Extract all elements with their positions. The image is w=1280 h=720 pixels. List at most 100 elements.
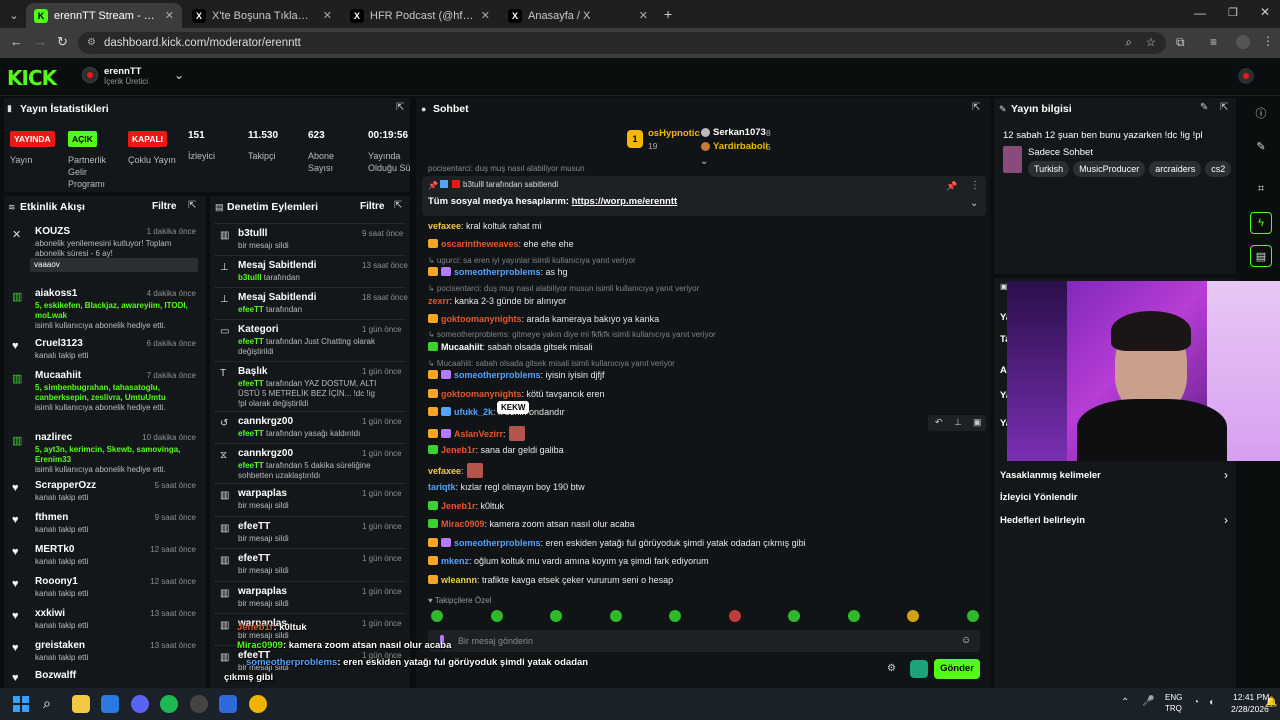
chat-username[interactable]: oscarintheweaves bbox=[441, 239, 519, 249]
activity-username[interactable]: xxkiwi bbox=[35, 608, 65, 619]
expand-pinned-icon[interactable]: ⌄ bbox=[970, 198, 978, 209]
chat-username[interactable]: ufukk_2k bbox=[454, 407, 493, 417]
activity-username[interactable]: Cruel3123 bbox=[35, 338, 83, 349]
chat-username[interactable]: wleannn bbox=[441, 575, 477, 585]
reply-icon[interactable]: ↶ bbox=[935, 417, 943, 428]
tab-1[interactable]: KerennTT Stream - Kick Dashbo ✕ bbox=[26, 3, 182, 28]
mod-actor[interactable]: efeeTT bbox=[238, 337, 264, 346]
quick-emote-icon[interactable] bbox=[966, 610, 979, 622]
chat-username[interactable]: zexrr bbox=[428, 296, 450, 306]
quick-emote-icon[interactable] bbox=[431, 610, 443, 622]
profile-avatar[interactable] bbox=[1236, 35, 1250, 49]
tray-chevron-icon[interactable]: ⌃ bbox=[1121, 697, 1129, 708]
menu-icon[interactable]: ⋮ bbox=[1262, 34, 1274, 48]
mod-actor[interactable]: b3tulll bbox=[238, 273, 262, 282]
chat-username[interactable]: Mirac0909 bbox=[441, 519, 485, 529]
chat-username[interactable]: mkenz bbox=[441, 556, 469, 566]
emoji-icon[interactable]: ☺ bbox=[961, 635, 971, 646]
top-gifter-1-name[interactable]: osHypnotic bbox=[648, 128, 700, 139]
search-icon[interactable]: ⌕ bbox=[43, 695, 51, 712]
bookmark-star-icon[interactable]: ☆ bbox=[1146, 32, 1156, 54]
crop-icon[interactable]: ⌗ bbox=[1250, 178, 1272, 200]
close-tab-icon[interactable]: ✕ bbox=[639, 9, 648, 22]
tag-item[interactable]: Turkish bbox=[1028, 161, 1070, 177]
quick-emote-icon[interactable] bbox=[609, 610, 622, 622]
clock-date[interactable]: 2/28/2026 bbox=[1231, 704, 1269, 714]
tab-4[interactable]: X Anasayfa / X ✕ bbox=[500, 3, 656, 28]
send-button[interactable]: Gönder bbox=[934, 659, 980, 679]
tag-item[interactable]: MusicProducer bbox=[1073, 161, 1146, 177]
tab-3[interactable]: X HFR Podcast (@hfrpodcast) / X ✕ bbox=[342, 3, 498, 28]
activity-filter-button[interactable]: Filtre bbox=[152, 201, 176, 212]
channel-switch-chevron-icon[interactable]: ⌄ bbox=[174, 68, 184, 82]
app-icon[interactable] bbox=[219, 695, 237, 713]
quick-emote-icon[interactable] bbox=[907, 610, 919, 622]
activity-username[interactable]: ScrapperOzz bbox=[35, 480, 96, 491]
activity-username[interactable]: greistaken bbox=[35, 640, 85, 651]
address-bar[interactable]: ⚙ dashboard.kick.com/moderator/erenntt ⌕… bbox=[78, 32, 1166, 54]
clock-time[interactable]: 12:41 PM bbox=[1233, 692, 1269, 702]
chevron-right-icon[interactable]: › bbox=[1224, 513, 1228, 527]
tag-item[interactable]: arcraiders bbox=[1149, 161, 1202, 177]
popout-icon[interactable]: ⇱ bbox=[394, 200, 402, 211]
kick-logo[interactable]: KICK bbox=[7, 66, 57, 90]
mod-actor[interactable]: efeeTT bbox=[238, 305, 264, 314]
chat-username[interactable]: Mucaahiit bbox=[441, 342, 483, 352]
info-icon[interactable]: ⓘ bbox=[1250, 102, 1272, 124]
minimize-button[interactable]: — bbox=[1194, 6, 1206, 20]
quick-emote-icon[interactable] bbox=[728, 610, 741, 622]
popout-icon[interactable]: ⇱ bbox=[1220, 102, 1228, 113]
store-icon[interactable] bbox=[101, 695, 119, 713]
lang-secondary[interactable]: TRQ bbox=[1165, 704, 1182, 713]
settings-gear-icon[interactable]: ⚙ bbox=[887, 663, 896, 674]
quick-emote-icon[interactable] bbox=[788, 610, 800, 622]
close-tab-icon[interactable]: ✕ bbox=[481, 9, 490, 22]
activity-username[interactable]: Mucaahiit bbox=[35, 370, 81, 381]
file-explorer-icon[interactable] bbox=[72, 695, 90, 713]
chevron-right-icon[interactable]: › bbox=[1224, 468, 1228, 482]
back-icon[interactable]: ← bbox=[10, 34, 23, 49]
tab-list-button[interactable]: ⌄ bbox=[4, 3, 24, 28]
spotify-icon[interactable] bbox=[160, 695, 178, 713]
mod-actor[interactable]: efeeTT bbox=[238, 461, 264, 470]
obs-icon[interactable] bbox=[190, 695, 208, 713]
mod-filter-button[interactable]: Filtre bbox=[360, 201, 384, 212]
mod-actor[interactable]: efeeTT bbox=[238, 379, 264, 388]
chat-username[interactable]: tariqtk bbox=[428, 482, 456, 492]
pinned-link[interactable]: https://worp.me/erenntt bbox=[572, 196, 678, 207]
top-gifter-3-name[interactable]: Yardirbaboli bbox=[713, 141, 768, 152]
tab-2[interactable]: X X'te Boşuna Tıklama: "İran'ın ba ✕ bbox=[184, 3, 340, 28]
chat-username[interactable]: someotherproblems bbox=[454, 538, 541, 548]
mod-actor[interactable]: efeeTT bbox=[238, 429, 264, 438]
media-icon[interactable]: ≡ bbox=[1210, 35, 1217, 49]
clipboard-icon[interactable]: ▤ bbox=[1250, 245, 1272, 267]
chat-input[interactable]: Bir mesaj gönderin ☺ bbox=[428, 630, 980, 652]
windows-start-icon[interactable] bbox=[13, 696, 29, 712]
lang-primary[interactable]: ENG bbox=[1165, 693, 1182, 702]
chat-username[interactable]: vefaxee bbox=[428, 466, 461, 476]
quick-emote-icon[interactable] bbox=[847, 610, 860, 622]
unpin-icon[interactable]: 📌 bbox=[946, 181, 957, 192]
site-info-icon[interactable]: ⚙ bbox=[87, 32, 96, 54]
chrome-icon[interactable] bbox=[249, 695, 267, 713]
info-link[interactable]: Hedefleri belirleyin bbox=[1000, 515, 1085, 526]
info-link[interactable]: İzleyici Yönlendir bbox=[1000, 492, 1077, 503]
activity-username[interactable]: fthmen bbox=[35, 512, 68, 523]
chat-username[interactable]: someotherproblems bbox=[454, 267, 541, 277]
activity-username[interactable]: aiakoss1 bbox=[35, 288, 77, 299]
activity-username[interactable]: Bozwalff bbox=[35, 670, 76, 681]
user-avatar[interactable] bbox=[1238, 68, 1254, 84]
chat-username[interactable]: Jeneb1r bbox=[441, 445, 476, 455]
popout-icon[interactable]: ⇱ bbox=[396, 102, 404, 113]
delete-icon[interactable]: ▣ bbox=[973, 417, 982, 428]
new-tab-button[interactable]: + bbox=[664, 6, 672, 22]
maximize-button[interactable]: ❐ bbox=[1228, 6, 1238, 19]
zoom-icon[interactable]: ⌕ bbox=[1126, 32, 1132, 54]
tag-item[interactable]: cs2 bbox=[1205, 161, 1232, 177]
kicks-icon[interactable] bbox=[910, 660, 928, 678]
quick-emote-icon[interactable] bbox=[490, 610, 503, 622]
info-link[interactable]: Yasaklanmış kelimeler bbox=[1000, 470, 1101, 481]
activity-username[interactable]: nazlirec bbox=[35, 432, 72, 443]
chat-username[interactable]: goktoomanynights bbox=[441, 314, 522, 324]
expand-gifters-icon[interactable]: ⌄ bbox=[700, 156, 708, 167]
